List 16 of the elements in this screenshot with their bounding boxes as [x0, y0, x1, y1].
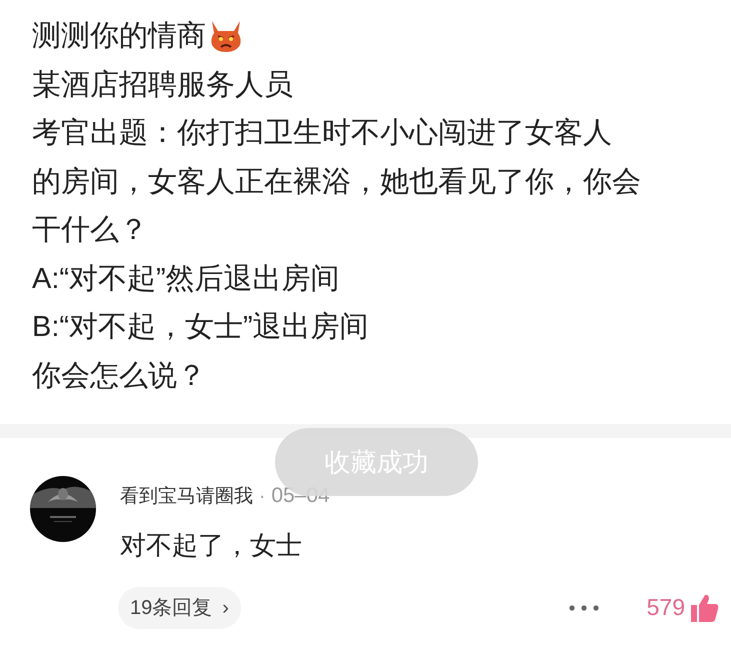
post-title: 测测你的情商 [32, 19, 206, 54]
post-text-line: 某酒店招聘服务人员 [32, 68, 294, 102]
post-text-line: B:“对不起，女士”退出房间 [32, 310, 370, 345]
like-count: 579 [646, 593, 685, 622]
comment-text: 对不起了，女士 [120, 528, 303, 562]
author-name[interactable]: 看到宝马请圈我 [120, 483, 253, 512]
more-icon[interactable] [568, 604, 599, 610]
replies-button[interactable]: 19条回复 › [118, 586, 241, 628]
post-text-line: 你会怎么说？ [32, 358, 207, 394]
post-text-line: A:“对不起”然后退出房间 [32, 262, 341, 296]
separator: · [259, 485, 266, 509]
comment-date: 05–04 [271, 483, 330, 509]
post-text-line: 的房间，女客人正在裸浴，她也看见了你，你会 [32, 164, 642, 200]
post-text-line: 考官出题：你打扫卫生时不小心闯进了女客人 [32, 116, 613, 151]
post-text-line: 干什么？ [32, 213, 149, 248]
thumbs-up-icon[interactable] [689, 592, 719, 622]
